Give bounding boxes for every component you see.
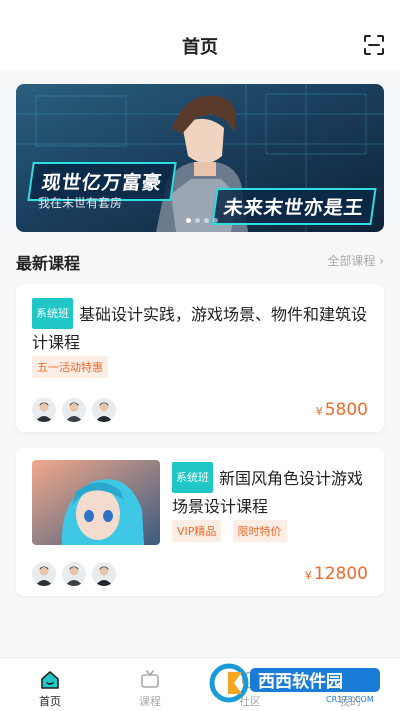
tab-label: 首页 [39,695,61,708]
top-header: 首页 [0,0,400,70]
banner-tagline: 未来末世亦是王 [211,188,377,225]
watermark-logo: 西西软件园 CR173.COM [209,663,380,704]
teacher-avatars [32,562,116,586]
course-card[interactable]: 系统班 基础设计实践，游戏场景、物件和建筑设计课程 五一活动特惠 ¥5800 [16,284,384,432]
course-tag: 系统班 [172,462,213,493]
all-courses-link[interactable]: 全部课程 › [327,252,384,269]
carousel-dot [213,218,218,223]
course-title-block: 系统班 新国风角色设计游戏场景设计课程 [172,462,376,520]
price-value: 12800 [313,564,368,584]
course-badge: 五一活动特惠 [32,356,108,378]
course-badge: 限时特价 [232,520,287,542]
currency-symbol: ¥ [315,405,323,418]
carousel-dot [195,218,200,223]
course-tag: 系统班 [32,298,73,329]
avatar [32,562,56,586]
avatar [62,398,86,422]
avatar [92,562,116,586]
page-title: 首页 [182,37,218,58]
course-title: 基础设计实践，游戏场景、物件和建筑设计课程 [32,305,368,352]
course-card[interactable]: 系统班 新国风角色设计游戏场景设计课程 VIP精品 限时特价 ¥12800 [16,448,384,596]
course-badge: VIP精品 [172,520,222,542]
course-thumbnail [32,460,160,545]
teacher-avatars [32,398,116,422]
banner-subline: 我在末世有套房 [38,196,123,210]
currency-symbol: ¥ [304,569,312,582]
section-title: 最新课程 [16,254,81,273]
course-price: ¥5800 [316,400,368,420]
carousel-dot [204,218,209,223]
avatar [92,398,116,422]
course-badges: 五一活动特惠 [32,356,114,378]
promo-banner[interactable]: 现世亿万富豪 我在末世有套房 未来末世亦是王 [16,84,384,232]
carousel-dot [186,218,191,223]
tab-home[interactable]: 首页 [0,658,100,711]
avatar [32,398,56,422]
price-value: 5800 [324,400,368,420]
course-price: ¥12800 [305,564,368,584]
svg-text:CR173.COM: CR173.COM [326,695,374,704]
tab-label: 课程 [139,695,161,708]
course-badges: VIP精品 限时特价 [172,520,293,542]
svg-text:西西软件园: 西西软件园 [258,671,343,692]
tab-courses[interactable]: 课程 [100,658,200,711]
scan-icon[interactable] [364,35,384,55]
avatar [62,562,86,586]
tv-icon [141,670,159,688]
home-icon [41,671,59,689]
carousel-indicator [186,218,218,223]
course-title-block: 系统班 基础设计实践，游戏场景、物件和建筑设计课程 [32,298,376,356]
